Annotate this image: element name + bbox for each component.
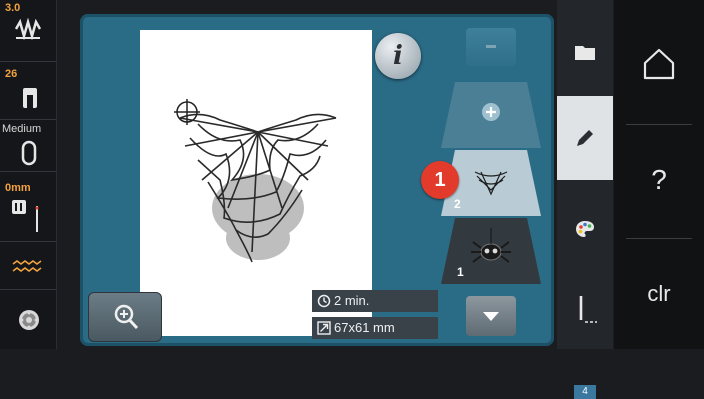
zigzag-stitch-icon [12, 260, 42, 272]
design-size-value: 67x61 mm [334, 320, 395, 335]
stitch-width-cell[interactable]: 3.0 [0, 0, 56, 62]
separator [626, 238, 692, 239]
stitch-width-icon [14, 18, 42, 40]
stitch-length-cell[interactable]: 26 [0, 62, 56, 120]
stitch-offset-value: 0mm [5, 182, 31, 194]
minus-icon [486, 45, 496, 48]
system-button-column: ? clr [614, 0, 704, 349]
zoom-in-icon [114, 304, 139, 330]
clear-button[interactable]: clr [614, 246, 704, 342]
zoom-in-button[interactable] [88, 292, 162, 342]
stitch-length-value: 26 [5, 68, 18, 80]
tab-colors[interactable]: 4 [557, 186, 613, 399]
tab-file[interactable] [557, 18, 613, 90]
embroidery-info-box: 2 min. 67x61 mm [312, 290, 438, 340]
clock-icon [317, 294, 331, 308]
info-button[interactable]: i [375, 33, 421, 79]
design-size-row: 67x61 mm [312, 317, 438, 339]
status-column: 3.0 26 Medium 0mm [0, 0, 57, 349]
presser-foot-icon [23, 88, 37, 108]
tab-stitch-start[interactable] [557, 262, 613, 349]
scroll-down-button[interactable] [466, 296, 516, 336]
callout-number-badge: 1 [421, 161, 459, 199]
thread-tension-cell[interactable]: Medium [0, 120, 56, 172]
layer-number-1: 1 [457, 265, 464, 279]
thread-tension-label: Medium [2, 123, 42, 135]
help-button[interactable]: ? [614, 130, 704, 230]
home-button[interactable] [614, 18, 704, 110]
tab-edit[interactable] [557, 96, 613, 180]
add-layer-button[interactable] [441, 82, 541, 148]
stitch-time-value: 2 min. [334, 293, 370, 308]
bobbin-cell[interactable] [0, 290, 56, 349]
bobbin-icon [19, 310, 39, 330]
layer-item-1[interactable] [441, 218, 541, 284]
home-icon [643, 48, 675, 80]
needle-position-icon [12, 200, 39, 232]
stitch-pattern-cell[interactable] [0, 242, 56, 290]
clear-label: clr [647, 281, 671, 306]
needle-start-icon [579, 296, 597, 323]
stitch-time-row: 2 min. [312, 290, 438, 312]
folder-icon [575, 46, 595, 60]
help-label: ? [651, 164, 667, 195]
resize-icon [317, 321, 331, 335]
separator [626, 124, 692, 125]
layer-number-2: 2 [454, 197, 461, 211]
stitch-offset-cell[interactable]: 0mm [0, 172, 56, 242]
pencil-icon [577, 130, 593, 146]
mode-tab-column: 4 [557, 0, 613, 399]
color-count-badge: 4 [574, 385, 596, 399]
stitch-width-value: 3.0 [5, 2, 21, 14]
scroll-up-button[interactable] [466, 28, 516, 66]
bobbin-tension-icon [21, 140, 37, 166]
color-palette-icon [576, 221, 594, 237]
chevron-down-icon [483, 312, 499, 321]
